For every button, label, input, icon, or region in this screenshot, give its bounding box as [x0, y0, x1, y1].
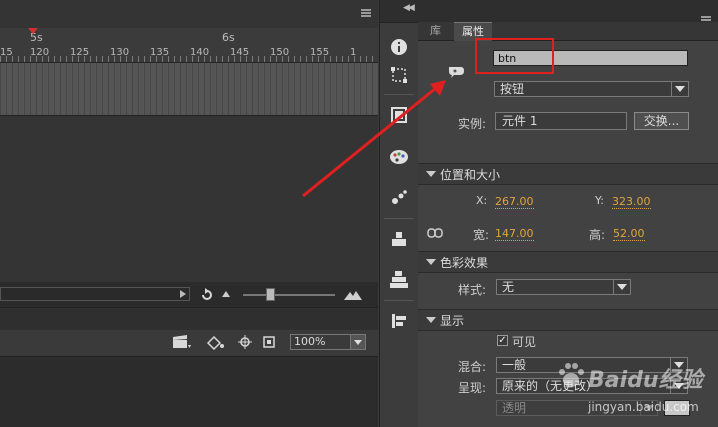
watermark-url: jingyan.baidu.com: [588, 400, 699, 414]
watermark: Baidu经验: [588, 368, 703, 393]
baidu-paw-logo: [559, 363, 584, 387]
